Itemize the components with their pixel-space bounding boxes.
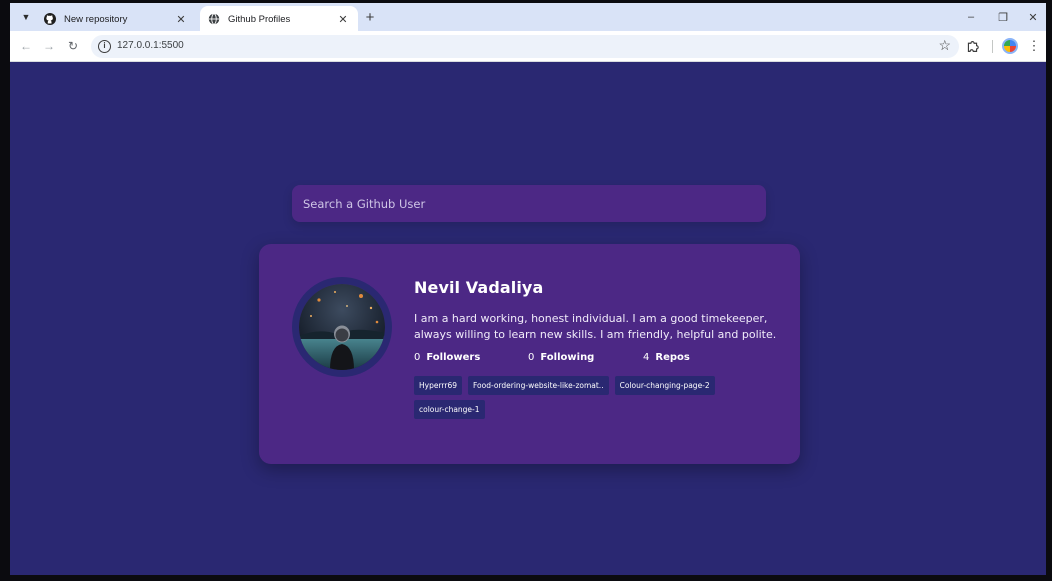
bookmark-star-icon[interactable]: ☆ — [938, 37, 951, 54]
repo-link[interactable]: colour-change-1 — [414, 400, 485, 419]
repo-link[interactable]: Hyperrr69 — [414, 376, 462, 395]
browser-window: ▼ New repository ✕ Github Profiles ✕ + –… — [10, 3, 1046, 575]
forward-arrow-icon[interactable]: → — [41, 38, 57, 54]
profile-stats: 0 Followers 0 Following 4 Repos — [414, 352, 784, 363]
stat-label: Followers — [426, 352, 481, 363]
tab-strip: ▼ New repository ✕ Github Profiles ✕ + –… — [10, 3, 1046, 32]
browser-toolbar: ← → ↻ i 127.0.0.1:5500 ☆ ⋮ — [10, 31, 1046, 62]
stat-label: Repos — [655, 352, 690, 363]
tab-search-chevron-icon[interactable]: ▼ — [18, 9, 34, 25]
close-tab-icon[interactable]: ✕ — [336, 12, 350, 26]
extensions-puzzle-icon[interactable] — [963, 37, 981, 55]
user-info: Nevil Vadaliya I am a hard working, hone… — [414, 278, 784, 419]
url-text: 127.0.0.1:5500 — [117, 40, 184, 51]
profile-bio: I am a hard working, honest individual. … — [414, 312, 777, 341]
tab-title: New repository — [64, 13, 128, 25]
back-arrow-icon[interactable]: ← — [18, 38, 34, 54]
new-tab-plus-icon[interactable]: + — [362, 9, 378, 26]
repo-link[interactable]: Colour-changing-page-2 — [614, 376, 715, 395]
restore-icon[interactable]: ❐ — [993, 8, 1013, 26]
stat-followers: 0 Followers — [414, 352, 528, 363]
tab-new-repository[interactable]: New repository ✕ — [36, 6, 196, 32]
stat-label: Following — [540, 352, 595, 363]
globe-icon — [208, 13, 220, 25]
repo-link[interactable]: Food-ordering-website-like-zomat.. — [467, 376, 609, 395]
avatar-image — [299, 284, 385, 370]
stat-value: 4 — [643, 352, 650, 363]
profile-name: Nevil Vadaliya — [414, 278, 544, 297]
minimize-icon[interactable]: – — [961, 8, 981, 26]
close-tab-icon[interactable]: ✕ — [174, 12, 188, 26]
search-input[interactable] — [292, 185, 766, 222]
repo-list: Hyperrr69 Food-ordering-website-like-zom… — [414, 376, 744, 419]
stat-value: 0 — [414, 352, 421, 363]
reload-icon[interactable]: ↻ — [65, 38, 81, 54]
address-bar[interactable]: i 127.0.0.1:5500 ☆ — [91, 35, 959, 58]
toolbar-divider — [992, 40, 993, 53]
github-icon — [44, 13, 56, 25]
stat-value: 0 — [528, 352, 535, 363]
site-info-icon[interactable]: i — [98, 40, 111, 53]
close-window-icon[interactable]: ✕ — [1023, 8, 1043, 26]
tab-title: Github Profiles — [228, 13, 291, 25]
screen: ▼ New repository ✕ Github Profiles ✕ + –… — [0, 0, 1052, 581]
profile-avatar-icon[interactable] — [1002, 38, 1018, 54]
tab-github-profiles[interactable]: Github Profiles ✕ — [200, 6, 358, 32]
avatar — [292, 277, 392, 377]
menu-kebab-icon[interactable]: ⋮ — [1025, 37, 1043, 55]
stat-following: 0 Following — [528, 352, 643, 363]
page-content: Nevil Vadaliya I am a hard working, hone… — [10, 62, 1046, 575]
profile-card: Nevil Vadaliya I am a hard working, hone… — [259, 244, 800, 464]
stat-repos: 4 Repos — [643, 352, 690, 363]
